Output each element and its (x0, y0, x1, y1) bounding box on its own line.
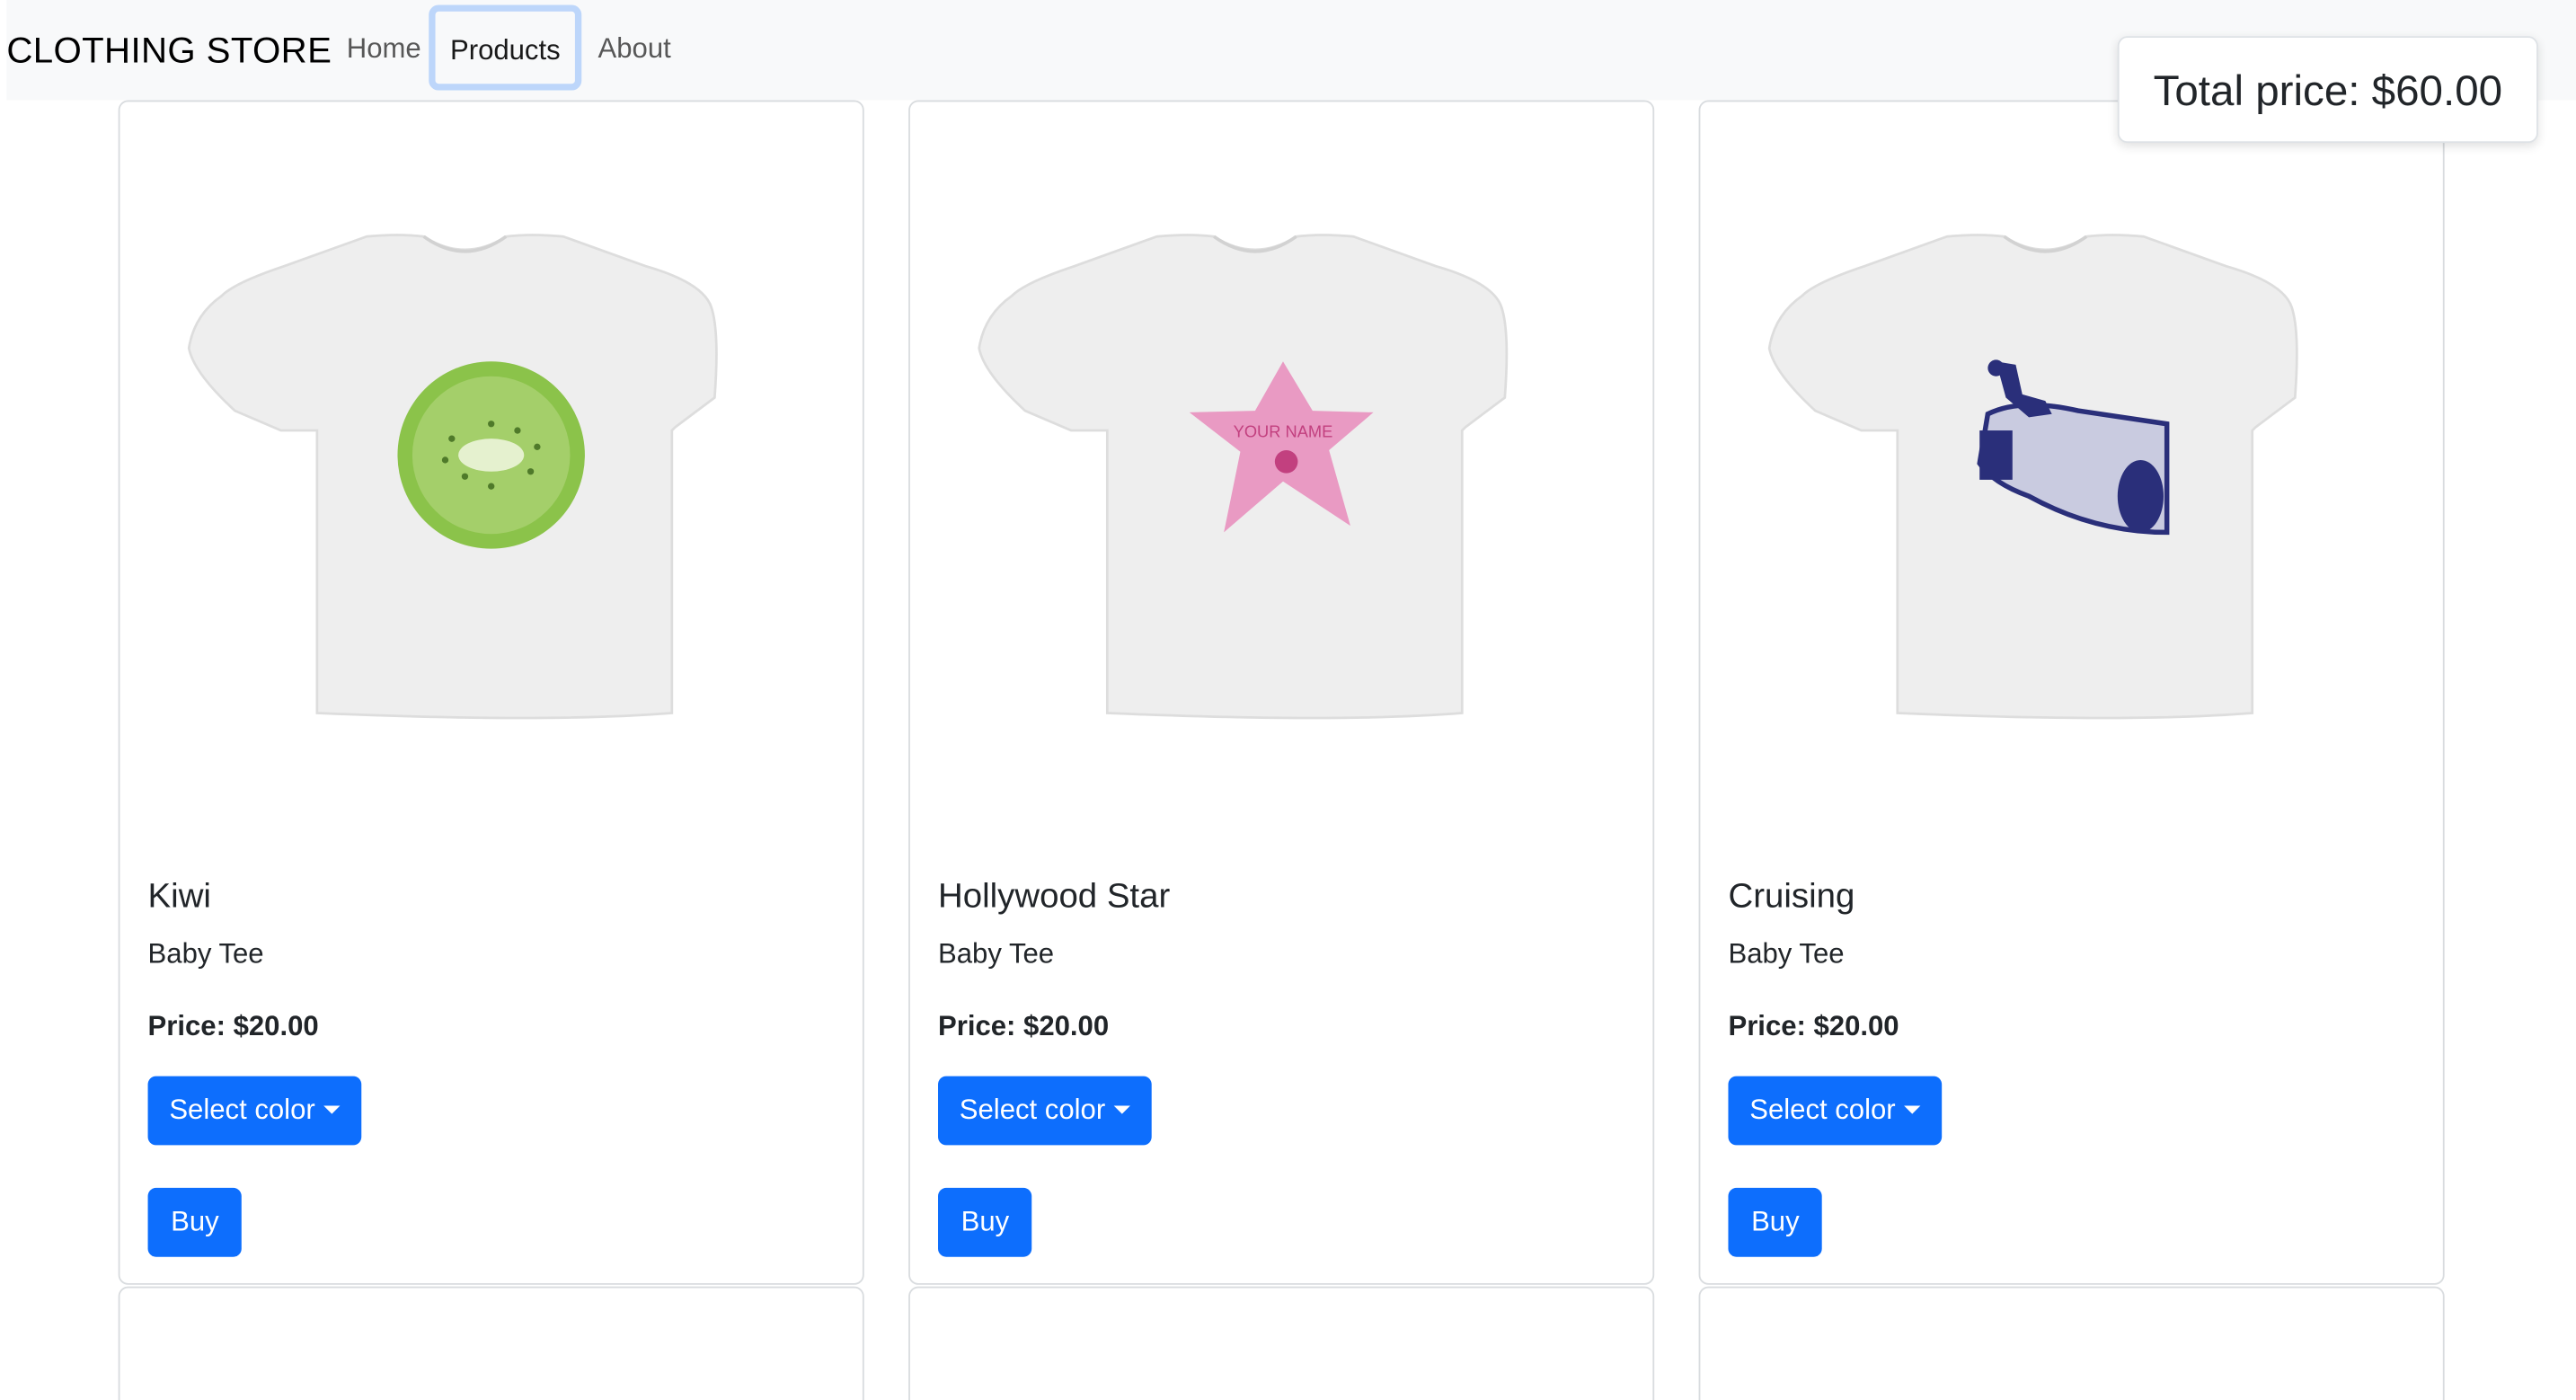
caret-down-icon (1113, 1104, 1130, 1113)
nav-link-about[interactable]: About (598, 33, 671, 66)
product-card (1698, 1286, 2445, 1400)
product-subtitle: Baby Tee (938, 938, 1055, 970)
product-card-cruising: Cruising Baby Tee Price: $20.00 Select c… (1698, 100, 2445, 1285)
product-card-kiwi: Kiwi Baby Tee Price: $20.00 Select color… (118, 100, 864, 1285)
star-print-text: YOUR NAME (1234, 421, 1333, 440)
select-color-label: Select color (959, 1094, 1106, 1126)
product-subtitle: Baby Tee (147, 938, 264, 970)
select-color-label: Select color (169, 1094, 315, 1126)
select-color-label: Select color (1749, 1094, 1896, 1126)
total-price-box: Total price: $60.00 (2117, 36, 2538, 144)
select-color-button[interactable]: Select color (147, 1076, 361, 1146)
product-subtitle: Baby Tee (1728, 938, 1845, 970)
nav-link-products[interactable]: Products (429, 4, 582, 91)
product-price: Price: $20.00 (1728, 1010, 1899, 1042)
product-title: Hollywood Star (938, 877, 1171, 916)
product-price: Price: $20.00 (147, 1010, 319, 1042)
product-image-kiwi[interactable] (120, 102, 862, 844)
nav-link-home[interactable]: Home (347, 33, 421, 66)
select-color-button[interactable]: Select color (1728, 1076, 1942, 1146)
product-price: Price: $20.00 (938, 1010, 1110, 1042)
product-image-hollywood-star[interactable]: YOUR NAME (910, 102, 1652, 844)
buy-button[interactable]: Buy (1728, 1187, 1823, 1257)
buy-button[interactable]: Buy (147, 1187, 243, 1257)
product-image-cruising[interactable] (1700, 102, 2442, 844)
brand-logo[interactable]: CLOTHING STORE (6, 30, 332, 73)
caret-down-icon (1903, 1104, 1921, 1113)
caret-down-icon (323, 1104, 341, 1113)
product-card (908, 1286, 1655, 1400)
buy-button[interactable]: Buy (938, 1187, 1032, 1257)
product-card (118, 1286, 864, 1400)
select-color-button[interactable]: Select color (938, 1076, 1152, 1146)
product-card-hollywood-star: YOUR NAME Hollywood Star Baby Tee Price:… (908, 100, 1655, 1285)
product-title: Kiwi (147, 877, 211, 916)
product-title: Cruising (1728, 877, 1855, 916)
